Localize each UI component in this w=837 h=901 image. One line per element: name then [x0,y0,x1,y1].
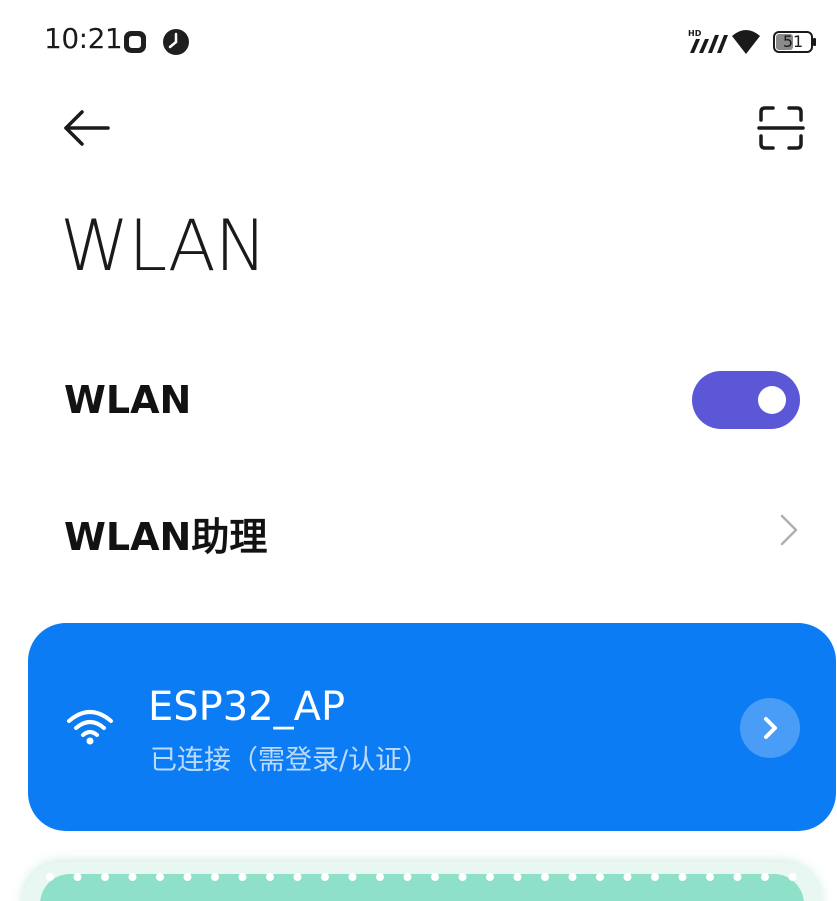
hd-badge-text: HD [688,29,702,38]
hd-signal-icon: HD [688,29,728,53]
decor-dot [73,873,82,881]
decor-dot [293,873,302,881]
app-notification-icon [124,31,146,53]
decor-dot [431,873,439,881]
network-status: 已连接（需登录/认证） [150,745,430,776]
decor-dot [458,873,467,881]
decor-dot [706,873,714,881]
clock-icon [163,29,189,55]
toggle-knob [758,386,786,414]
decor-dot [788,873,797,881]
decor-dot [403,873,412,881]
network-detail-button[interactable] [740,698,800,758]
decor-dot [238,873,247,881]
decor-dot [541,873,549,881]
decor-dot [266,873,274,881]
battery-level: 51 [782,32,804,51]
decor-dot [761,873,769,881]
decor-dot [101,873,109,881]
decor-dot [733,873,742,881]
decor-dot [321,873,329,881]
decor-dot [156,873,164,881]
decor-dot [46,873,54,881]
decor-dot [211,873,219,881]
page-title: WLAN [60,205,267,287]
chevron-right-icon [780,514,798,546]
decor-dot [568,873,577,881]
wifi-status-icon [732,30,760,54]
decor-dot [596,873,604,881]
wlan-toggle-switch[interactable] [692,371,800,429]
status-time: 10:21 [44,22,123,55]
wlan-toggle-label: WLAN [64,378,192,422]
decor-dot [623,873,632,881]
decor-dot [128,873,137,881]
decor-dot [183,873,192,881]
network-ssid: ESP32_AP [148,684,346,730]
decor-dot [486,873,494,881]
decor-dot [513,873,522,881]
wlan-settings-screen: 10:21 HD 51 WLAN WLAN WLAN助理 ESP32_AP 已连… [0,0,837,901]
wlan-assistant-label: WLAN助理 [64,515,268,559]
decor-dot [348,873,357,881]
decor-dot [678,873,687,881]
back-arrow-icon[interactable] [58,104,114,152]
wifi-icon [67,710,113,745]
dot-pattern-decoration [46,873,797,881]
chevron-right-icon [764,717,777,739]
decor-dot [651,873,659,881]
scan-icon[interactable] [755,104,807,152]
decor-dot [376,873,384,881]
